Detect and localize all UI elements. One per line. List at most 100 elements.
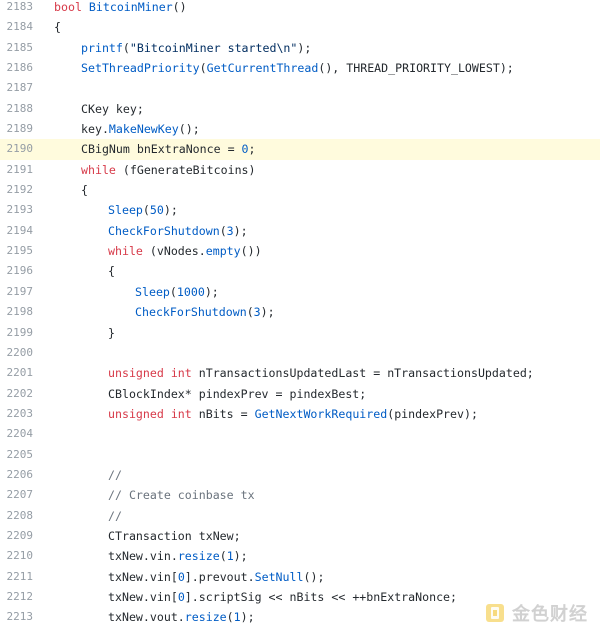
- code-token: BitcoinMiner: [88, 0, 173, 14]
- line-number: 2183: [6, 0, 34, 13]
- code-token: 3: [253, 305, 261, 320]
- code-token: (fGenerateBitcoins): [115, 162, 256, 177]
- code-text: //: [108, 506, 122, 526]
- code-text: Sleep(1000);: [135, 282, 219, 302]
- code-line: 2188 CKey key;: [0, 99, 600, 119]
- code-token: {: [54, 20, 61, 35]
- code-token: resize: [184, 610, 227, 625]
- code-token: "BitcoinMiner started\n": [129, 40, 298, 55]
- code-line: 2194 CheckForShutdown(3);: [0, 221, 600, 241]
- code-line: 2204: [0, 424, 600, 444]
- code-token: 1: [233, 610, 241, 625]
- code-line: 2195 while (vNodes.empty()): [0, 241, 600, 261]
- code-token: txNew.vin.: [108, 549, 178, 564]
- code-text: // Create coinbase tx: [108, 485, 255, 505]
- code-token: );: [233, 223, 248, 238]
- line-number: 2209: [6, 528, 34, 542]
- code-token: (: [219, 223, 227, 238]
- line-number: 2188: [6, 101, 34, 115]
- line-number: 2202: [6, 386, 34, 400]
- code-token: CTransaction txNew;: [108, 528, 241, 543]
- code-text: CTransaction txNew;: [108, 526, 241, 546]
- code-token: Sleep: [108, 203, 143, 218]
- code-token: (: [199, 61, 207, 76]
- code-token: unsigned int: [108, 406, 192, 421]
- code-line: 2186 SetThreadPriority(GetCurrentThread()…: [0, 58, 600, 78]
- code-token: ;: [248, 142, 256, 157]
- line-number: 2193: [6, 203, 34, 217]
- code-token: (: [226, 610, 234, 625]
- code-token: 1: [226, 549, 234, 564]
- code-line: 2208 //: [0, 506, 600, 526]
- code-token: nTransactionsUpdatedLast = nTransactions…: [191, 366, 534, 381]
- code-line: 2211 txNew.vin[0].prevout.SetNull();: [0, 567, 600, 587]
- watermark: 金色财经: [484, 600, 588, 626]
- code-text: while (fGenerateBitcoins): [81, 160, 256, 180]
- code-token: while: [108, 244, 143, 259]
- code-token: (): [172, 0, 187, 14]
- code-token: printf: [81, 40, 123, 55]
- code-token: CKey key;: [81, 101, 144, 116]
- code-text: key.MakeNewKey();: [81, 119, 200, 139]
- code-token: (: [122, 40, 130, 55]
- code-text: txNew.vout.resize(1);: [108, 607, 255, 627]
- line-number: 2198: [6, 305, 34, 319]
- code-text: CheckForShutdown(3);: [135, 302, 275, 322]
- line-number: 2190: [6, 142, 34, 156]
- code-token: nBits =: [191, 406, 255, 421]
- line-number: 2211: [6, 569, 34, 583]
- code-line: 2192 {: [0, 180, 600, 200]
- code-token: );: [240, 610, 255, 625]
- jinse-logo-icon: [484, 602, 506, 624]
- code-token: 3: [226, 223, 234, 238]
- code-token: txNew.vin[: [108, 569, 178, 584]
- code-token: }: [108, 325, 115, 340]
- code-token: //: [108, 508, 122, 523]
- code-line: 2210 txNew.vin.resize(1);: [0, 546, 600, 566]
- code-line: 2199}: [0, 323, 600, 343]
- code-line: 2187: [0, 78, 600, 98]
- code-text: {: [54, 17, 61, 37]
- code-token: txNew.vin[: [108, 589, 178, 604]
- code-line: 2190 CBigNum bnExtraNonce = 0;: [0, 139, 600, 160]
- code-line: 2207 // Create coinbase tx: [0, 485, 600, 505]
- code-text: {: [81, 180, 88, 200]
- line-number: 2196: [6, 264, 34, 278]
- code-line: 2198 CheckForShutdown(3);: [0, 302, 600, 322]
- code-text: unsigned int nBits = GetNextWorkRequired…: [108, 404, 478, 424]
- line-number: 2194: [6, 223, 34, 237]
- code-text: SetThreadPriority(GetCurrentThread(), TH…: [81, 58, 514, 78]
- code-text: printf("BitcoinMiner started\n");: [81, 38, 311, 58]
- code-token: 0: [177, 589, 185, 604]
- line-number: 2186: [6, 61, 34, 75]
- code-line: 2202 CBlockIndex* pindexPrev = pindexBest…: [0, 384, 600, 404]
- code-line: 2185 printf("BitcoinMiner started\n");: [0, 38, 600, 58]
- code-text: txNew.vin[0].scriptSig << nBits << ++bnE…: [108, 587, 457, 607]
- line-number: 2204: [6, 427, 34, 441]
- code-token: CBigNum bnExtraNonce =: [81, 142, 242, 157]
- code-token: resize: [177, 549, 220, 564]
- line-number: 2205: [6, 447, 34, 461]
- line-number: 2213: [6, 610, 34, 624]
- code-token: );: [204, 284, 219, 299]
- code-token: 50: [149, 203, 164, 218]
- code-token: 1000: [176, 284, 205, 299]
- code-text: while (vNodes.empty()): [108, 241, 262, 261]
- code-token: (), THREAD_PRIORITY_LOWEST);: [318, 61, 514, 76]
- code-line: 2196 {: [0, 261, 600, 281]
- code-text: CBigNum bnExtraNonce = 0;: [81, 139, 256, 159]
- code-token: ()): [240, 244, 262, 259]
- code-token: (vNodes.: [142, 244, 206, 259]
- code-line: 2193 Sleep(50);: [0, 200, 600, 220]
- line-number: 2195: [6, 244, 34, 258]
- code-token: GetNextWorkRequired: [254, 406, 388, 421]
- line-number: 2206: [6, 467, 34, 481]
- line-number: 2200: [6, 345, 34, 359]
- code-line: 2200: [0, 343, 600, 363]
- code-token: CheckForShutdown: [108, 223, 220, 238]
- code-line: 2205: [0, 445, 600, 465]
- line-number: 2187: [6, 81, 34, 95]
- code-text: txNew.vin[0].prevout.SetNull();: [108, 567, 324, 587]
- line-number: 2185: [6, 40, 34, 54]
- code-line: 2201 unsigned int nTransactionsUpdatedLas…: [0, 363, 600, 383]
